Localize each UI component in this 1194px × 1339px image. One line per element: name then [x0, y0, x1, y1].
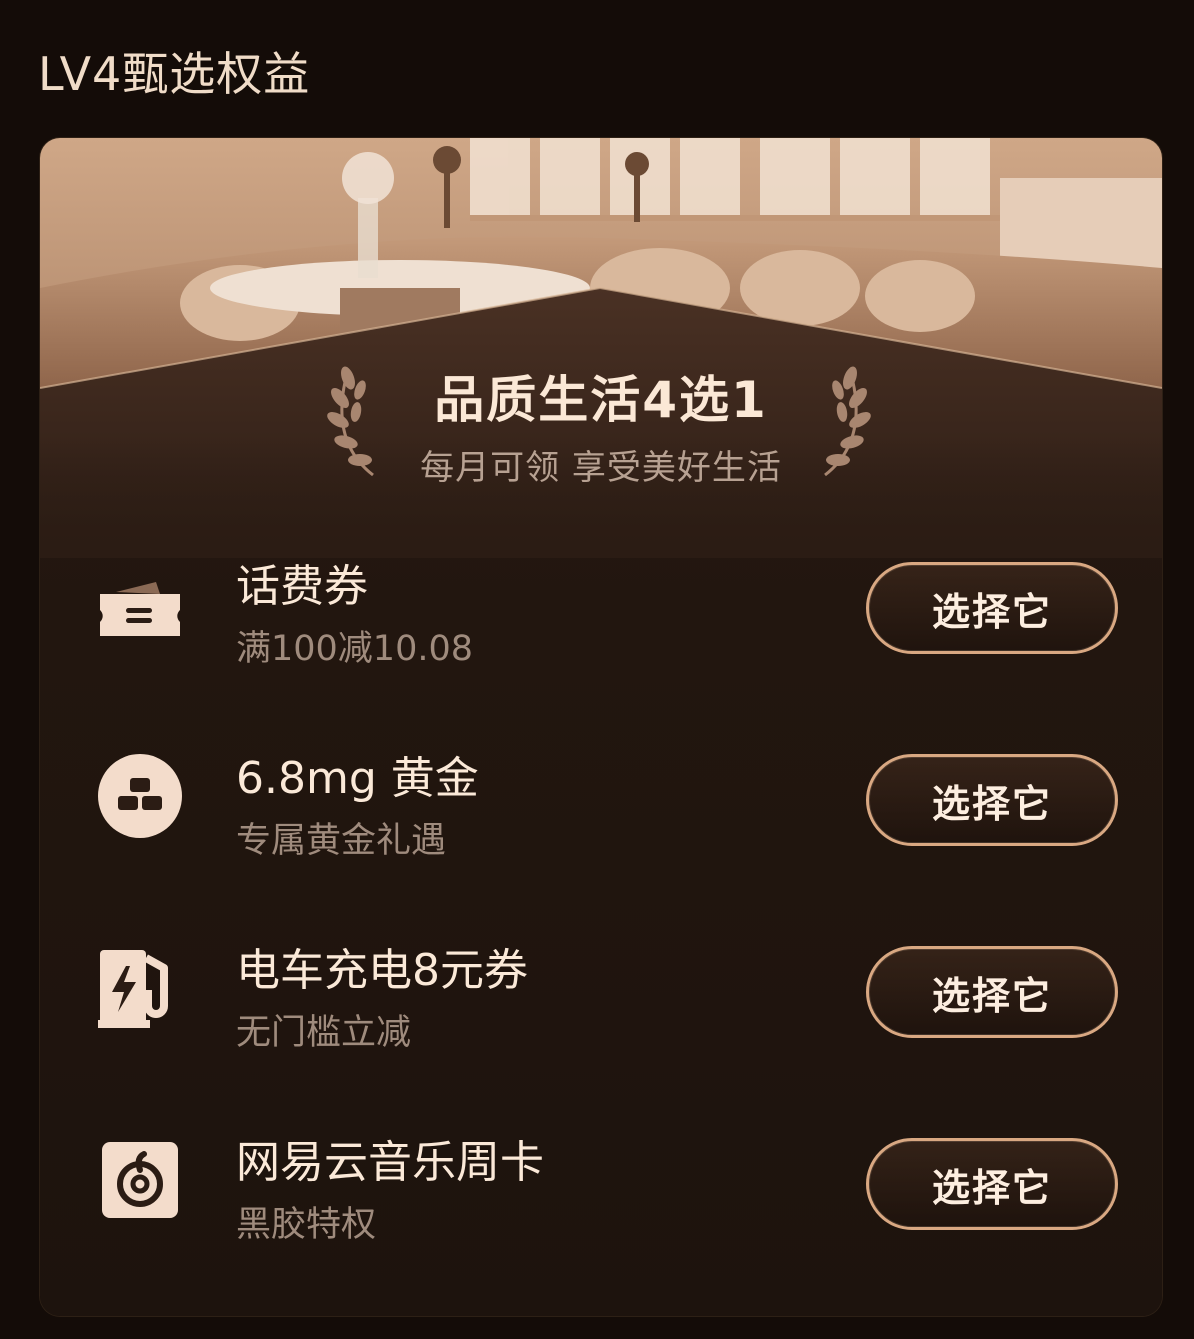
benefit-desc: 专属黄金礼遇 — [236, 821, 447, 861]
select-button[interactable]: 选择它 — [866, 1138, 1118, 1230]
benefit-name: 电车充电8元券 — [236, 945, 528, 996]
select-button[interactable]: 选择它 — [866, 562, 1118, 654]
ticket-icon — [100, 582, 180, 636]
page: LV4甄选权益 品质生活4选1 每月可领 享受美好生活 话费券 满100减10.… — [0, 0, 1194, 1339]
hero-title: 品质生活4选1 — [434, 371, 768, 429]
benefit-name: 网易云音乐周卡 — [236, 1137, 544, 1188]
laurel-right-icon — [824, 366, 871, 477]
benefit-desc: 无门槛立减 — [236, 1013, 412, 1053]
hero: 品质生活4选1 每月可领 享受美好生活 — [40, 138, 1162, 498]
benefit-row-gold: 6.8mg 黄金 专属黄金礼遇 选择它 — [40, 730, 1162, 861]
ev-charger-icon — [98, 950, 168, 1028]
benefit-card: 品质生活4选1 每月可领 享受美好生活 话费券 满100减10.08 选择它 6… — [40, 138, 1162, 1316]
gold-bars-icon — [98, 754, 182, 838]
benefit-row-phone-credit: 话费券 满100减10.08 选择它 — [40, 538, 1162, 669]
netease-music-icon — [102, 1142, 178, 1218]
benefit-desc: 满100减10.08 — [236, 629, 474, 669]
page-title: LV4甄选权益 — [38, 47, 311, 101]
hero-subtitle: 每月可领 享受美好生活 — [420, 448, 782, 488]
select-button[interactable]: 选择它 — [866, 946, 1118, 1038]
benefit-desc: 黑胶特权 — [236, 1205, 377, 1245]
select-button[interactable]: 选择它 — [866, 754, 1118, 846]
benefit-name: 话费券 — [236, 561, 368, 612]
benefit-row-ev-charging: 电车充电8元券 无门槛立减 选择它 — [40, 922, 1162, 1053]
benefit-name: 6.8mg 黄金 — [236, 753, 479, 804]
benefit-row-netease-music: 网易云音乐周卡 黑胶特权 选择它 — [40, 1114, 1162, 1245]
